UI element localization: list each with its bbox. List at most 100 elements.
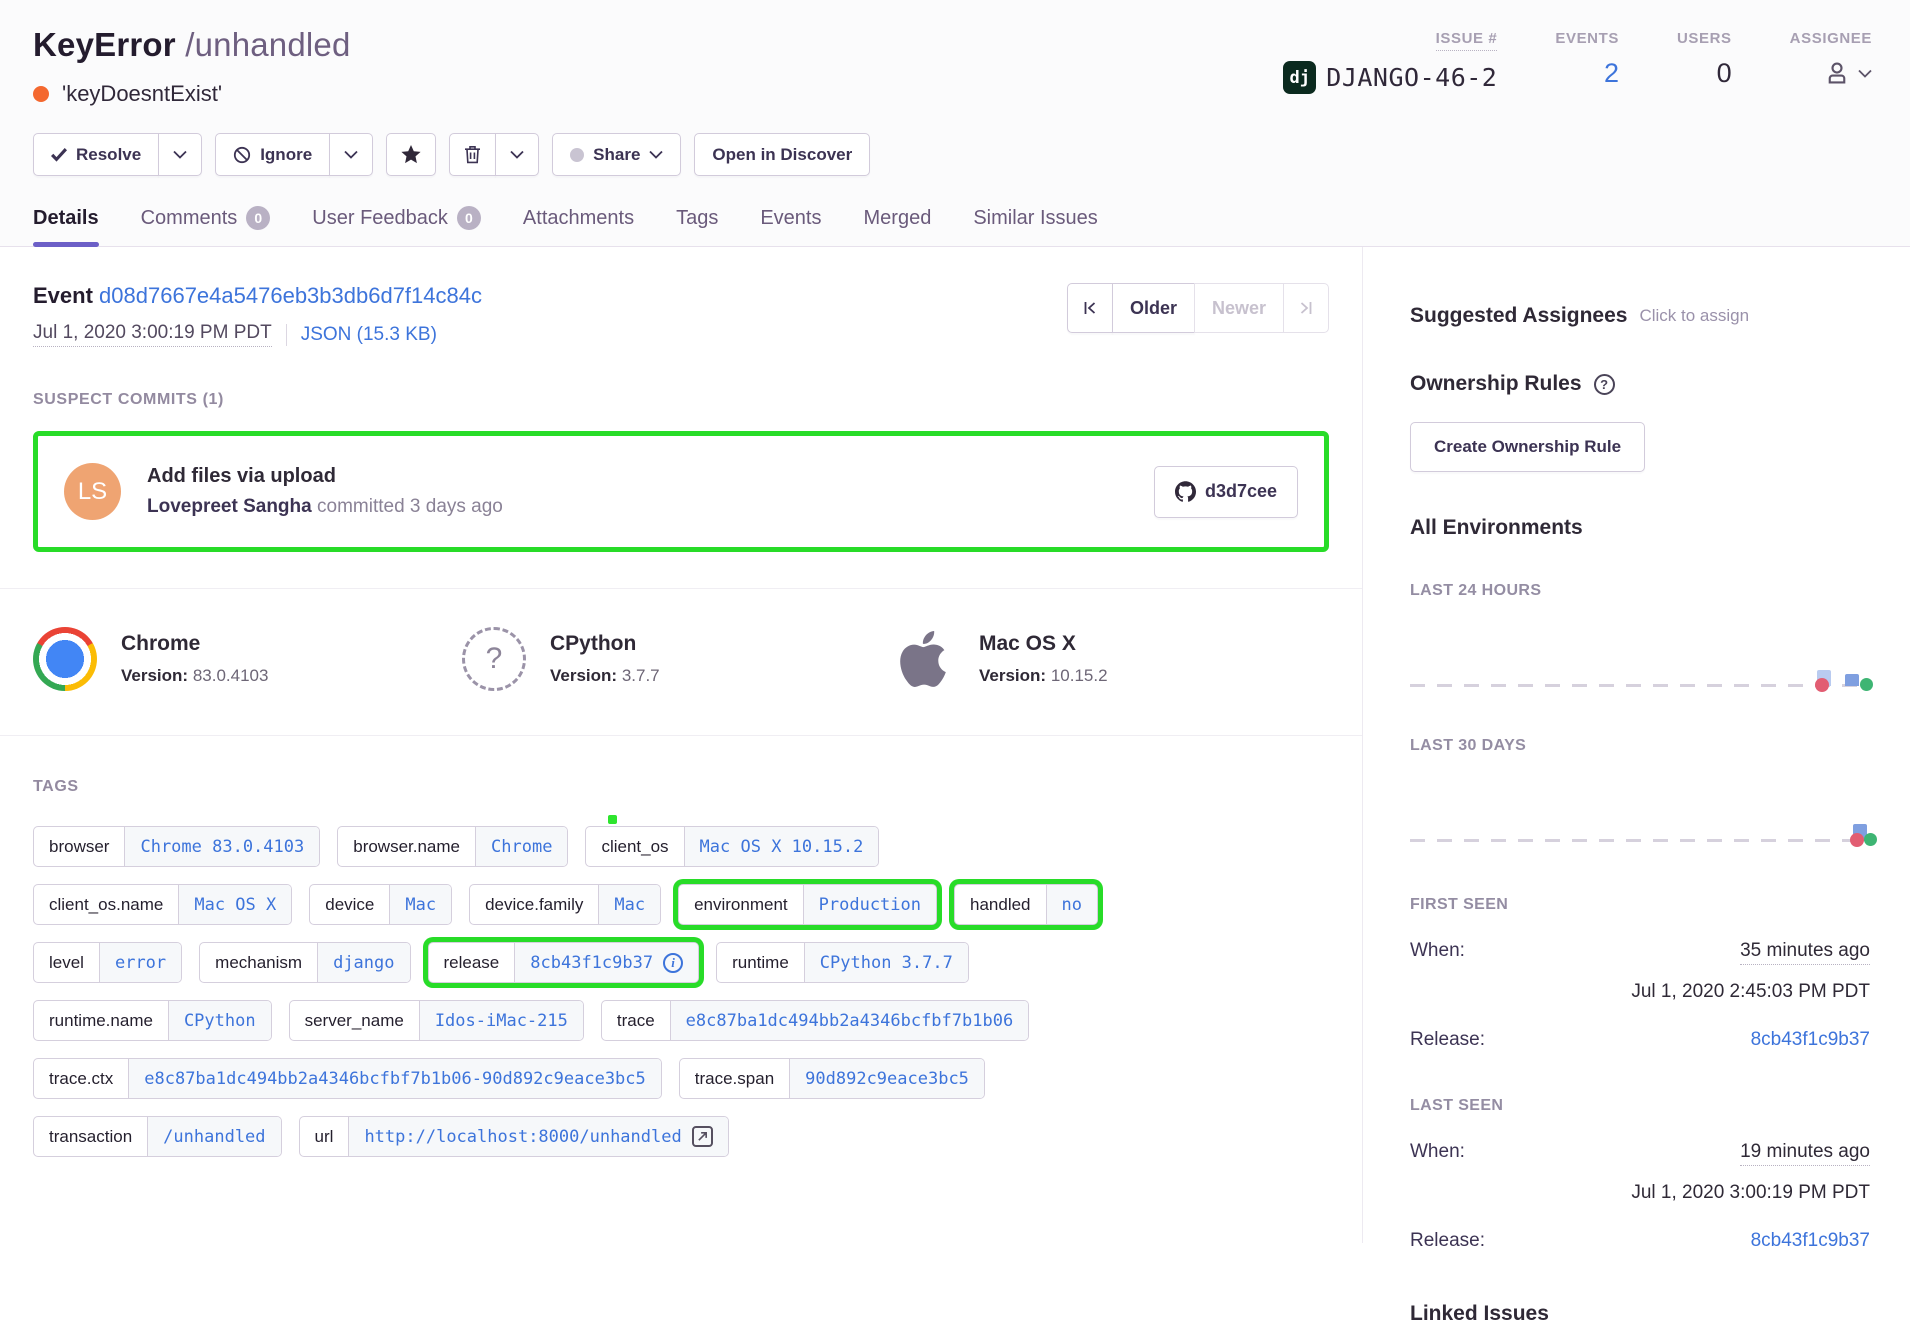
chart-label-24h: LAST 24 HOURS xyxy=(1410,582,1870,600)
tag-key: trace.span xyxy=(680,1059,790,1098)
events-label: EVENTS xyxy=(1555,30,1619,47)
tag-pill-trace[interactable]: trace e8c87ba1dc494bb2a4346bcfbf7b1b06 xyxy=(601,1000,1029,1041)
tag-pill-browser-name[interactable]: browser.name Chrome xyxy=(337,826,568,867)
tag-pill-client-os[interactable]: client_os Mac OS X 10.15.2 xyxy=(585,826,879,867)
event-bar xyxy=(1845,674,1859,686)
tab-user-feedback[interactable]: User Feedback 0 xyxy=(312,206,481,246)
tag-pill-transaction[interactable]: transaction /unhandled xyxy=(33,1116,282,1157)
tag-key: handled xyxy=(955,885,1047,924)
events-count[interactable]: 2 xyxy=(1555,58,1619,89)
environments-block: All Environments LAST 24 HOURS LAST 30 D… xyxy=(1410,516,1870,850)
tag-value: 90d892c9eace3bc5 xyxy=(790,1059,984,1098)
unknown-runtime-icon: ? xyxy=(462,627,526,691)
tag-pill-environment[interactable]: environment Production xyxy=(678,884,937,925)
tab-similar-issues[interactable]: Similar Issues xyxy=(973,206,1097,246)
oldest-event-button[interactable] xyxy=(1067,283,1113,333)
tag-value: CPython 3.7.7 xyxy=(805,943,968,982)
tag-key: device.family xyxy=(470,885,599,924)
page-title: KeyError /unhandled xyxy=(33,26,351,64)
tag-key: device xyxy=(310,885,390,924)
tag-key: runtime.name xyxy=(34,1001,169,1040)
ignore-button[interactable]: Ignore xyxy=(215,133,330,176)
tab-tags[interactable]: Tags xyxy=(676,206,718,246)
ignore-dropdown-button[interactable] xyxy=(329,133,373,176)
commit-sha-button[interactable]: d3d7cee xyxy=(1154,466,1298,518)
tag-pill-runtime-name[interactable]: runtime.name CPython xyxy=(33,1000,272,1041)
newer-event-button[interactable]: Newer xyxy=(1194,283,1284,333)
last-seen-release-link[interactable]: 8cb43f1c9b37 xyxy=(1751,1230,1870,1252)
tab-details[interactable]: Details xyxy=(33,206,99,246)
tag-value: no xyxy=(1047,885,1097,924)
cursor-marker xyxy=(608,815,617,824)
tab-comments[interactable]: Comments 0 xyxy=(141,206,271,246)
resolve-dropdown-button[interactable] xyxy=(158,133,202,176)
delete-button[interactable] xyxy=(449,133,496,176)
skip-to-latest-button[interactable] xyxy=(1283,283,1329,333)
tag-pill-release[interactable]: release 8cb43f1c9b37i xyxy=(428,942,700,983)
event-id-link[interactable]: d08d7667e4a5476eb3b3db6d7f14c84c xyxy=(99,283,482,308)
star-icon xyxy=(401,145,421,164)
issue-number-label: ISSUE # xyxy=(1436,30,1498,51)
tag-pill-device-family[interactable]: device.family Mac xyxy=(469,884,661,925)
context-card-unknown: ? CPython Version: 3.7.7 xyxy=(462,627,891,691)
tag-pill-mechanism[interactable]: mechanism django xyxy=(199,942,410,983)
tag-pill-level[interactable]: level error xyxy=(33,942,182,983)
suspect-commits-heading: SUSPECT COMMITS (1) xyxy=(33,391,1329,409)
assignee-selector[interactable] xyxy=(1822,58,1872,88)
tag-pill-device[interactable]: device Mac xyxy=(309,884,452,925)
tab-attachments[interactable]: Attachments xyxy=(523,206,634,246)
tag-pill-browser[interactable]: browser Chrome 83.0.4103 xyxy=(33,826,320,867)
last-seen-block: LAST SEEN When: 19 minutes ago Jul 1, 20… xyxy=(1410,1097,1870,1252)
older-event-button[interactable]: Older xyxy=(1112,283,1195,333)
tag-pill-runtime[interactable]: runtime CPython 3.7.7 xyxy=(716,942,969,983)
tag-pill-trace-ctx[interactable]: trace.ctx e8c87ba1dc494bb2a4346bcfbf7b1b… xyxy=(33,1058,662,1099)
context-card-chrome: Chrome Version: 83.0.4103 xyxy=(33,627,462,691)
first-release-marker xyxy=(1815,678,1829,692)
create-ownership-rule-button[interactable]: Create Ownership Rule xyxy=(1410,422,1645,472)
info-icon[interactable]: i xyxy=(663,953,683,973)
bookmark-button[interactable] xyxy=(386,133,436,176)
tag-value: Chrome 83.0.4103 xyxy=(125,827,319,866)
chrome-icon xyxy=(33,627,97,691)
tab-merged[interactable]: Merged xyxy=(864,206,932,246)
first-seen-release-link[interactable]: 8cb43f1c9b37 xyxy=(1751,1029,1870,1051)
stat-issue-number: ISSUE # dj DJANGO-46-2 xyxy=(1283,30,1497,94)
tab-events[interactable]: Events xyxy=(760,206,821,246)
event-json-link[interactable]: JSON (15.3 KB) xyxy=(301,324,437,346)
tag-value: Mac xyxy=(599,885,660,924)
users-label: USERS xyxy=(1677,30,1732,47)
help-icon[interactable]: ? xyxy=(1594,374,1615,395)
tag-key: trace.ctx xyxy=(34,1059,129,1098)
tag-key: release xyxy=(429,943,516,982)
delete-dropdown-button[interactable] xyxy=(495,133,539,176)
suspect-commits-section: SUSPECT COMMITS (1) LS Add files via upl… xyxy=(0,377,1362,588)
tag-pill-trace-span[interactable]: trace.span 90d892c9eace3bc5 xyxy=(679,1058,985,1099)
tag-pill-server-name[interactable]: server_name Idos-iMac-215 xyxy=(289,1000,584,1041)
person-icon xyxy=(1822,58,1852,88)
suggested-assignees-block: Suggested Assignees Click to assign xyxy=(1410,304,1870,328)
open-in-discover-button[interactable]: Open in Discover xyxy=(694,133,870,176)
external-link-icon[interactable] xyxy=(692,1126,713,1147)
share-button[interactable]: Share xyxy=(552,133,681,176)
issue-type: KeyError xyxy=(33,26,176,63)
tag-pill-client-os-name[interactable]: client_os.name Mac OS X xyxy=(33,884,292,925)
chart-baseline xyxy=(1410,839,1858,842)
last-seen-relative: 19 minutes ago xyxy=(1740,1141,1870,1166)
tag-value: Mac xyxy=(390,885,451,924)
tag-pill-handled[interactable]: handled no xyxy=(954,884,1098,925)
highlight-frame: LS Add files via upload Lovepreet Sangha… xyxy=(33,431,1329,552)
tag-key: mechanism xyxy=(200,943,318,982)
issue-message: 'keyDoesntExist' xyxy=(62,81,222,107)
event-details-column: Event d08d7667e4a5476eb3b3db6d7f14c84c J… xyxy=(0,247,1363,1243)
tag-value: Idos-iMac-215 xyxy=(420,1001,583,1040)
tag-pill-url[interactable]: url http://localhost:8000/unhandled xyxy=(299,1116,729,1157)
tag-value: /unhandled xyxy=(148,1117,280,1156)
tag-value: CPython xyxy=(169,1001,271,1040)
resolve-button[interactable]: Resolve xyxy=(33,133,159,176)
chevron-down-icon xyxy=(173,150,187,159)
tag-key: server_name xyxy=(290,1001,420,1040)
chevron-down-icon xyxy=(649,150,663,159)
tag-key: trace xyxy=(602,1001,671,1040)
suggested-assignees-hint: Click to assign xyxy=(1639,306,1749,326)
last-seen-heading: LAST SEEN xyxy=(1410,1097,1870,1115)
